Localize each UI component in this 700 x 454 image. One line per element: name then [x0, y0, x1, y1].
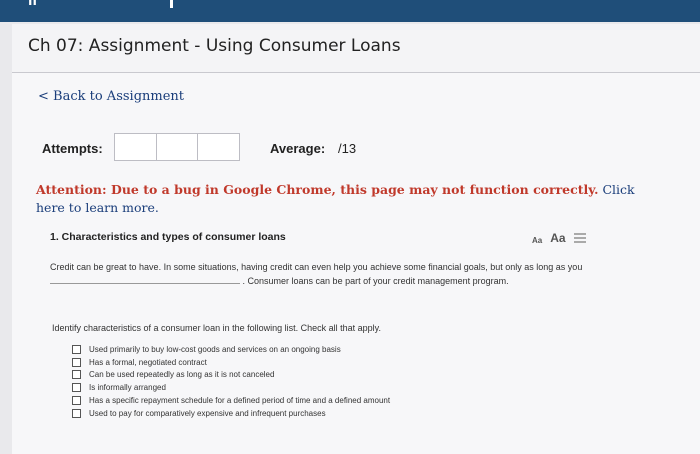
chrome-bug-notice: Attention: Due to a bug in Google Chrome… [36, 181, 636, 217]
option-item[interactable]: Used to pay for comparatively expensive … [72, 407, 390, 420]
option-label: Used to pay for comparatively expensive … [89, 408, 326, 418]
option-checkbox[interactable] [72, 344, 81, 354]
back-to-assignment-link[interactable]: < Back to Assignment [38, 89, 184, 104]
attempts-label: Attempts: [42, 141, 103, 156]
attempt-box [115, 134, 157, 160]
decrease-font-button[interactable]: Aa [532, 236, 542, 245]
passage-text-end: . Consumer loans can be part of your cre… [242, 276, 509, 286]
passage-text-start: Credit can be great to have. In some sit… [50, 262, 583, 272]
option-list: Used primarily to buy low-cost goods and… [72, 343, 390, 420]
option-checkbox[interactable] [72, 357, 81, 367]
question-instruction: Identify characteristics of a consumer l… [52, 323, 381, 333]
increase-font-button[interactable]: Aa [550, 231, 565, 245]
average-value: /13 [338, 141, 357, 156]
logo-fragment: ıı [28, 0, 37, 9]
attempt-box [157, 134, 199, 160]
option-label: Can be used repeatedly as long as it is … [89, 370, 275, 380]
nav-separator [170, 0, 173, 8]
attempts-indicator [114, 133, 240, 161]
option-checkbox[interactable] [72, 383, 81, 393]
attempt-box [198, 134, 239, 160]
question-passage: Credit can be great to have. In some sit… [50, 261, 590, 288]
option-label: Has a formal, negotiated contract [89, 357, 207, 367]
option-item[interactable]: Has a formal, negotiated contract [72, 356, 390, 369]
option-item[interactable]: Has a specific repayment schedule for a … [72, 394, 390, 407]
option-checkbox[interactable] [72, 370, 81, 380]
main-content: < Back to Assignment Attempts: Average: … [12, 73, 700, 454]
top-navigation-bar: ıı [0, 0, 700, 22]
option-label: Is informally arranged [89, 383, 166, 393]
question-title: 1. Characteristics and types of consumer… [50, 231, 286, 243]
option-label: Has a specific repayment schedule for a … [89, 396, 391, 406]
option-label: Used primarily to buy low-cost goods and… [89, 344, 341, 354]
text-lines-icon[interactable] [573, 233, 586, 245]
option-item[interactable]: Is informally arranged [72, 381, 390, 394]
assignment-header: Ch 07: Assignment - Using Consumer Loans [12, 24, 700, 73]
option-item[interactable]: Can be used repeatedly as long as it is … [72, 369, 390, 382]
page-title: Ch 07: Assignment - Using Consumer Loans [28, 36, 401, 56]
option-item[interactable]: Used primarily to buy low-cost goods and… [72, 343, 390, 356]
average-label: Average: [270, 141, 326, 156]
answer-dropdown[interactable] [50, 274, 240, 284]
notice-warning-text: Attention: Due to a bug in Google Chrome… [36, 182, 599, 197]
option-checkbox[interactable] [72, 408, 81, 418]
option-checkbox[interactable] [72, 396, 81, 406]
font-size-controls: Aa Aa [532, 231, 586, 245]
